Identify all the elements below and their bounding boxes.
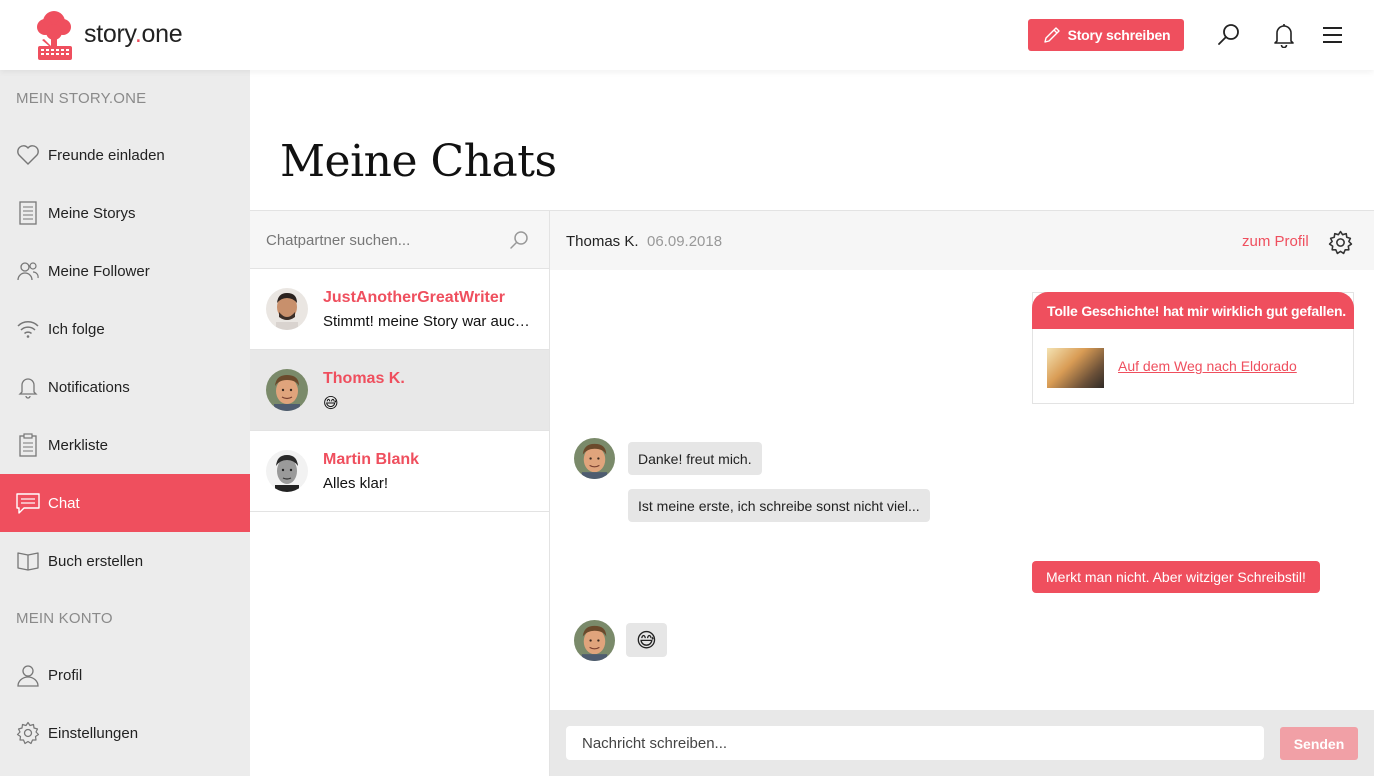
sidebar-item-label: Ich folge <box>48 320 105 338</box>
conversation-header: Thomas K. 06.09.2018 zum Profil <box>550 210 1374 270</box>
story-schreiben-button[interactable]: Story schreiben <box>1028 19 1184 51</box>
logo-text-main: story <box>84 20 135 48</box>
story-link[interactable]: Auf dem Weg nach Eldorado <box>1118 358 1297 374</box>
menu-icon[interactable] <box>1320 22 1346 48</box>
message-bubble-incoming: Danke! freut mich. <box>628 442 762 475</box>
conversation-body: Tolle Geschichte! hat mir wirklich gut g… <box>550 270 1374 710</box>
chat-search-bar <box>250 211 549 269</box>
conversation-partner-name: Thomas K. <box>566 233 639 250</box>
clipboard-icon <box>16 433 40 457</box>
search-icon[interactable] <box>508 229 530 251</box>
document-icon <box>16 201 40 225</box>
avatar <box>266 450 308 492</box>
avatar <box>574 620 615 661</box>
wifi-icon <box>16 317 40 341</box>
heart-icon <box>16 143 40 167</box>
sidebar-item-ich-folge[interactable]: Ich folge <box>0 300 250 358</box>
sidebar-item-label: Notifications <box>48 378 130 396</box>
sidebar-item-buch-erstellen[interactable]: Buch erstellen <box>0 532 250 590</box>
avatar <box>266 369 308 411</box>
chat-list-item[interactable]: Thomas K. 😅 <box>250 350 549 431</box>
sidebar-item-label: Buch erstellen <box>48 552 144 570</box>
sidebar-item-meine-follower[interactable]: Meine Follower <box>0 242 250 300</box>
sidebar-item-label: Profil <box>48 666 83 684</box>
logo-text-end: one <box>141 20 183 48</box>
sidebar-item-einstellungen[interactable]: Einstellungen <box>0 704 250 762</box>
sidebar-item-freunde-einladen[interactable]: Freunde einladen <box>0 126 250 184</box>
sidebar-item-label: Merkliste <box>48 436 109 454</box>
avatar <box>574 438 615 479</box>
zum-profil-link[interactable]: zum Profil <box>1242 233 1309 250</box>
story-thumbnail[interactable] <box>1047 348 1104 388</box>
sidebar-item-profil[interactable]: Profil <box>0 646 250 704</box>
pencil-icon <box>1043 27 1060 43</box>
sidebar: MEIN STORY.ONE Freunde einladen Meine St… <box>0 70 250 776</box>
gear-icon[interactable] <box>1328 230 1353 255</box>
gear-icon <box>16 721 40 745</box>
chat-partner-name: JustAnotherGreatWriter <box>323 289 505 306</box>
search-icon[interactable] <box>1216 22 1242 48</box>
avatar <box>266 288 308 330</box>
chat-preview: Alles klar! <box>323 475 389 492</box>
sidebar-item-merkliste[interactable]: Merkliste <box>0 416 250 474</box>
chat-preview: 😅 <box>323 395 339 412</box>
shared-story-card: Tolle Geschichte! hat mir wirklich gut g… <box>1032 292 1354 404</box>
chat-icon <box>16 491 40 515</box>
bell-icon <box>16 375 40 399</box>
users-icon <box>16 259 40 283</box>
shared-story-message: Tolle Geschichte! hat mir wirklich gut g… <box>1032 292 1354 329</box>
story-schreiben-label: Story schreiben <box>1067 27 1171 43</box>
chat-preview: Stimmt! meine Story war auch nicht so gu… <box>323 313 535 330</box>
sidebar-item-chat[interactable]: Chat <box>0 474 250 532</box>
sidebar-item-label: Meine Storys <box>48 204 136 222</box>
chat-list-item[interactable]: JustAnotherGreatWriter Stimmt! meine Sto… <box>250 269 549 350</box>
message-bubble-incoming: Ist meine erste, ich schreibe sonst nich… <box>628 489 930 522</box>
chat-search-input[interactable] <box>266 227 496 253</box>
story-one-logo[interactable] <box>34 8 74 62</box>
book-icon <box>16 549 40 573</box>
user-icon <box>16 663 40 687</box>
sidebar-item-label: Einstellungen <box>48 724 139 742</box>
sidebar-item-label: Chat <box>48 494 80 512</box>
sidebar-item-notifications[interactable]: Notifications <box>0 358 250 416</box>
bell-icon[interactable] <box>1271 22 1297 48</box>
sidebar-item-label: Freunde einladen <box>48 146 165 164</box>
message-input[interactable] <box>566 726 1264 760</box>
page-title: Meine Chats <box>280 136 557 187</box>
conversation-date: 06.09.2018 <box>647 233 723 250</box>
message-bubble-incoming: 😅 <box>626 623 667 657</box>
chat-partner-name: Thomas K. <box>323 370 405 387</box>
sidebar-item-meine-storys[interactable]: Meine Storys <box>0 184 250 242</box>
message-bubble-outgoing: Merkt man nicht. Aber witziger Schreibst… <box>1032 561 1320 593</box>
sidebar-section-mein-story-one: MEIN STORY.ONE <box>16 90 147 107</box>
sidebar-section-mein-konto: MEIN KONTO <box>16 610 113 627</box>
chat-list-item[interactable]: Martin Blank Alles klar! <box>250 431 549 512</box>
message-composer: Senden <box>550 710 1374 776</box>
top-bar: story.one Story schreiben <box>0 0 1374 70</box>
sidebar-item-label: Meine Follower <box>48 262 150 280</box>
chat-partner-name: Martin Blank <box>323 451 420 468</box>
send-button[interactable]: Senden <box>1280 727 1358 760</box>
chat-list: JustAnotherGreatWriter Stimmt! meine Sto… <box>250 210 550 776</box>
logo-wordmark[interactable]: story.one <box>84 20 183 49</box>
